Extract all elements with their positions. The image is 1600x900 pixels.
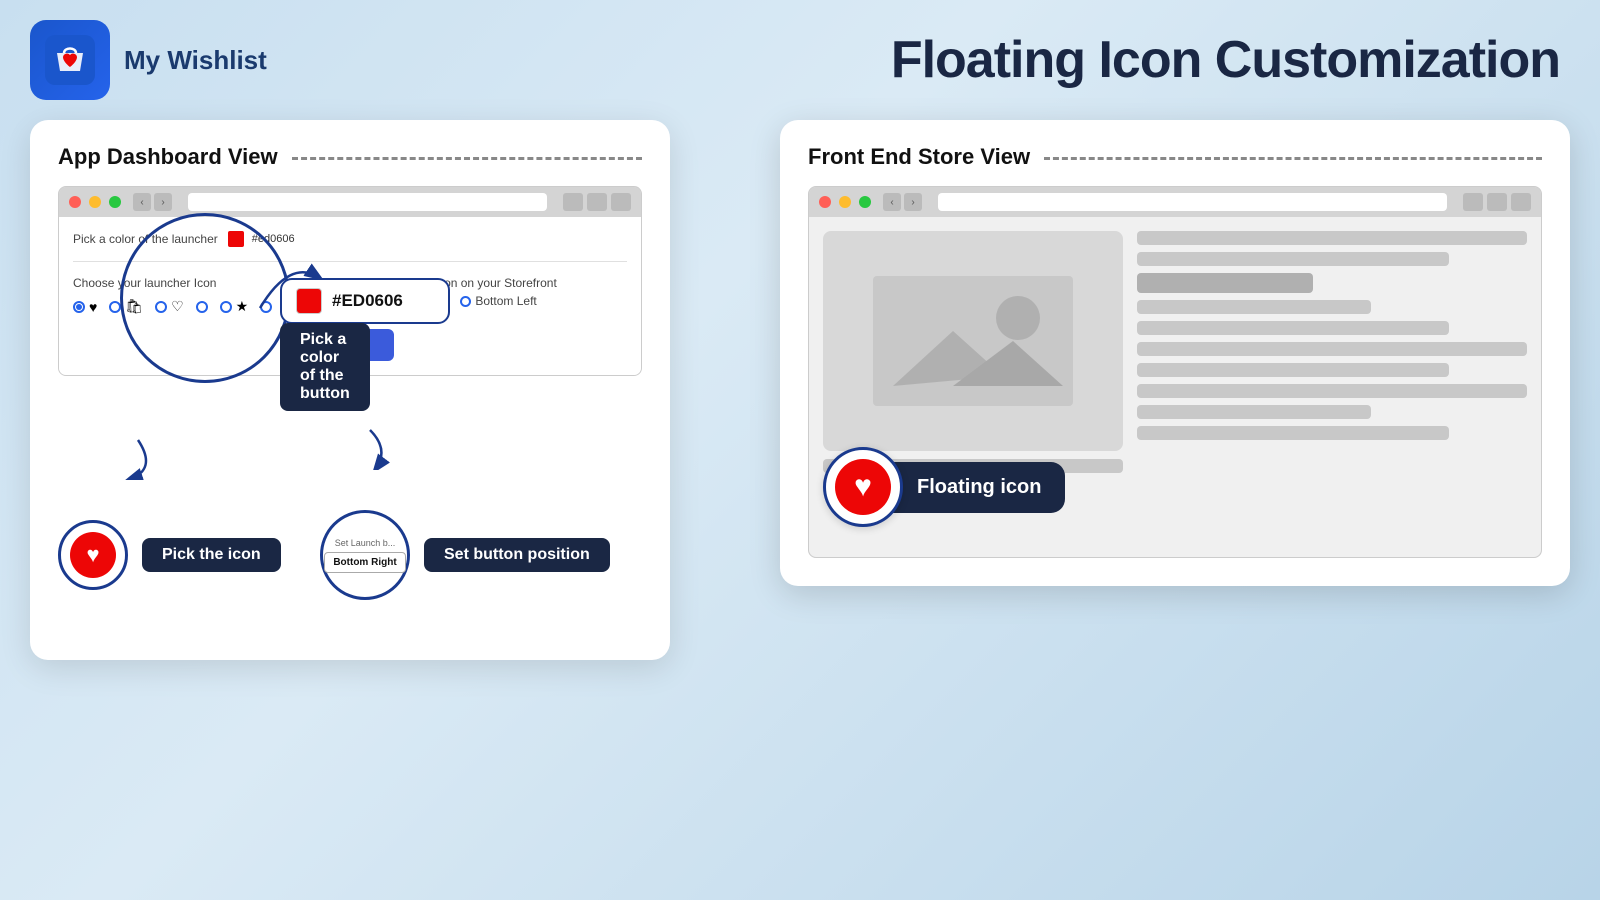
- pick-icon-circle: ♥: [58, 520, 128, 590]
- url-bar: [188, 193, 547, 211]
- browser-action-3[interactable]: [611, 193, 631, 211]
- browser-actions: [563, 193, 631, 211]
- dot-green: [109, 196, 121, 208]
- dot-red: [69, 196, 81, 208]
- callout-hex-value: #ED0606: [332, 291, 403, 311]
- floating-heart-icon: ♥: [854, 470, 872, 504]
- store-panel-title: Front End Store View: [808, 144, 1542, 170]
- store-url-bar: [938, 193, 1447, 211]
- store-browser-bar: ‹ ›: [809, 187, 1541, 217]
- store-browser-nav: ‹ ›: [883, 193, 922, 211]
- pick-icon-annotation-area: ♥ Pick the icon: [58, 520, 281, 590]
- browser-action-2[interactable]: [587, 193, 607, 211]
- dashboard-panel-title: App Dashboard View: [58, 144, 642, 170]
- product-image: [823, 231, 1123, 451]
- bottom-right-pill: Bottom Right: [324, 552, 405, 573]
- radio-bottom-left[interactable]: [460, 296, 471, 307]
- bar-5: [1137, 342, 1527, 356]
- store-dot-green: [859, 196, 871, 208]
- dashed-line: [292, 157, 642, 160]
- bottom-right-value: Bottom Right: [333, 557, 396, 568]
- bar-6: [1137, 363, 1449, 377]
- callout-color-swatch: [296, 288, 322, 314]
- page-title: Floating Icon Customization: [891, 30, 1560, 90]
- store-action-1[interactable]: [1463, 193, 1483, 211]
- browser-nav: ‹ ›: [133, 193, 172, 211]
- bar-7: [1137, 384, 1527, 398]
- store-nav-back[interactable]: ‹: [883, 193, 901, 211]
- bar-2: [1137, 252, 1449, 266]
- product-details-col: [1137, 231, 1527, 543]
- position-inner-content: Set Launch b... Bottom Right: [324, 538, 405, 573]
- color-annotation-label-area: Pick a color of the button: [280, 323, 370, 411]
- position-bottom-left[interactable]: Bottom Left: [460, 294, 536, 308]
- nav-forward-button[interactable]: ›: [154, 193, 172, 211]
- logo-icon: [45, 35, 95, 85]
- logo-area: My Wishlist: [30, 20, 267, 100]
- radio-heart[interactable]: [73, 301, 85, 313]
- dot-yellow: [89, 196, 101, 208]
- browser-bar: ‹ ›: [59, 187, 641, 217]
- icon-option-heart[interactable]: ♥: [73, 299, 97, 315]
- product-detail-bars: [1137, 231, 1527, 440]
- heart-symbol: ♥: [86, 542, 99, 568]
- store-action-2[interactable]: [1487, 193, 1507, 211]
- color-callout-bubble: #ED0606: [280, 278, 450, 324]
- bar-4: [1137, 321, 1449, 335]
- store-browser-actions: [1463, 193, 1531, 211]
- bar-8: [1137, 405, 1371, 419]
- floating-icon-inner: ♥: [835, 459, 891, 515]
- header: My Wishlist Floating Icon Customization: [0, 0, 1600, 110]
- bar-9: [1137, 426, 1449, 440]
- store-action-3[interactable]: [1511, 193, 1531, 211]
- color-annotation-label: Pick a color of the button: [280, 323, 370, 411]
- store-dot-yellow: [839, 196, 851, 208]
- bar-accent: [1137, 273, 1313, 293]
- heart-icon: ♥: [89, 299, 97, 315]
- floating-icon-area: ♥ Floating icon: [823, 447, 1065, 527]
- set-launch-label: Set Launch b...: [335, 538, 396, 548]
- store-nav-forward[interactable]: ›: [904, 193, 922, 211]
- set-pos-arrow-svg: [350, 420, 410, 470]
- dashboard-panel: App Dashboard View ‹ ›: [30, 120, 670, 660]
- set-position-label: Set button position: [424, 538, 610, 572]
- pick-icon-label: Pick the icon: [142, 538, 281, 572]
- nav-back-button[interactable]: ‹: [133, 193, 151, 211]
- store-dashed-line: [1044, 157, 1542, 160]
- floating-icon-circle[interactable]: ♥: [823, 447, 903, 527]
- browser-action-1[interactable]: [563, 193, 583, 211]
- floating-icon-label: Floating icon: [893, 462, 1065, 513]
- store-browser-mockup: ‹ ›: [808, 186, 1542, 558]
- pick-icon-arrow-svg: [108, 430, 168, 480]
- store-panel: Front End Store View ‹ ›: [780, 120, 1570, 586]
- bar-3: [1137, 300, 1371, 314]
- set-position-circle: Set Launch b... Bottom Right: [320, 510, 410, 600]
- set-position-annotation-area: Set Launch b... Bottom Right Set button …: [320, 510, 610, 600]
- bottom-left-label: Bottom Left: [475, 294, 536, 308]
- logo-box: [30, 20, 110, 100]
- app-name: My Wishlist: [124, 45, 267, 76]
- store-browser-content: ♥ Floating icon: [809, 217, 1541, 557]
- bar-1: [1137, 231, 1527, 245]
- main-content: App Dashboard View ‹ ›: [0, 110, 1600, 660]
- placeholder-svg: [873, 276, 1073, 406]
- store-dot-red: [819, 196, 831, 208]
- pick-icon-inner: ♥: [70, 532, 116, 578]
